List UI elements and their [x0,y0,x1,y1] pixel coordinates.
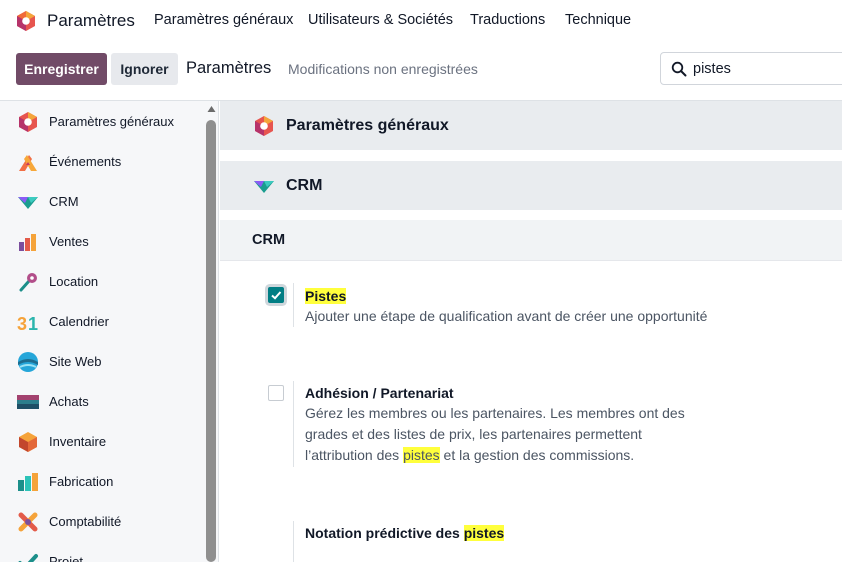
sidebar-item-project[interactable]: Projet [0,541,205,562]
setting-divider [293,381,294,467]
sidebar-item-label: Paramètres généraux [49,114,175,129]
settings-app-icon [19,112,37,132]
settings-content: Paramètres généraux CRM CRM Pistes Ajout… [220,101,842,562]
sidebar-item-label: Inventaire [49,434,107,449]
sidebar-item-label: Événements [49,154,122,169]
sidebar-item-label: Calendrier [49,314,109,329]
sidebar-item-general-settings[interactable]: Paramètres généraux [0,101,205,141]
settings-sidebar: Paramètres généraux Événements CRM Vente… [0,101,219,562]
sidebar-item-calendar[interactable]: 3 1 Calendrier [0,301,205,341]
search-input[interactable] [693,59,842,79]
sidebar-item-crm[interactable]: CRM [0,181,205,221]
sidebar-item-label: Achats [49,394,89,409]
settings-app-icon [255,116,273,136]
crm-section-heading: CRM [220,220,842,261]
crm-app-icon [254,181,274,193]
description-text: et la gestion des commissions. [439,447,635,463]
setting-divider [293,521,294,562]
general-settings-title: Paramètres généraux [286,117,449,134]
setting-description-line-3: l’attribution des pistes et la gestion d… [305,445,634,466]
crm-band-title: CRM [286,177,323,194]
setting-divider [293,283,294,327]
sidebar-item-label: Ventes [49,234,89,249]
menu-general-settings[interactable]: Paramètres généraux [154,12,293,28]
sidebar-item-label: Location [49,274,99,289]
search-highlight: pistes [463,525,505,541]
inventory-app-icon [19,432,37,452]
setting-description-line-1: Gérez les membres ou les partenaires. Le… [305,405,685,421]
menu-technical[interactable]: Technique [565,12,631,28]
app-name[interactable]: Paramètres [47,11,135,31]
crm-app-icon [18,197,38,209]
sales-app-icon [19,234,36,251]
accounting-app-icon [18,512,38,532]
page-title: Paramètres [186,59,272,77]
sidebar-item-rental[interactable]: Location [0,261,205,301]
sidebar-item-label: Comptabilité [49,514,122,529]
crm-section-label: CRM [252,232,286,248]
menu-users-companies[interactable]: Utilisateurs & Sociétés [308,12,453,28]
svg-text:3: 3 [17,314,27,333]
save-button[interactable]: Enregistrer [16,53,107,85]
sidebar-scrollbar-thumb[interactable] [206,120,216,562]
setting-title-text: Notation prédictive des [305,525,464,541]
discard-button[interactable]: Ignorer [111,53,178,85]
setting-description: Ajouter une étape de qualification avant… [305,308,708,324]
svg-text:1: 1 [28,314,38,333]
website-app-icon [18,352,38,372]
sidebar-item-label: Fabrication [49,474,114,489]
rental-app-icon [19,273,37,292]
settings-logo-icon[interactable] [15,10,37,32]
crm-band: CRM [220,161,842,210]
unsaved-changes-status: Modifications non enregistrées [288,61,478,77]
sidebar-item-label: CRM [49,194,79,209]
search-bar[interactable] [660,52,842,85]
setting-title: Pistes [305,288,347,304]
sidebar-item-inventory[interactable]: Inventaire [0,421,205,461]
leads-checkbox[interactable] [268,287,284,303]
membership-checkbox[interactable] [268,385,284,401]
setting-title: Adhésion / Partenariat [305,385,454,401]
top-navbar: Paramètres Paramètres généraux Utilisate… [0,0,842,42]
description-text: l’attribution des [305,447,404,463]
events-app-icon [19,155,37,171]
setting-description-line-2: grades et des listes de prix, les parten… [305,426,642,442]
sidebar-item-purchase[interactable]: Achats [0,381,205,421]
manufacturing-app-icon [18,473,38,491]
setting-title: Notation prédictive des pistes [305,525,505,541]
sidebar-item-label: Projet [49,554,83,562]
search-highlight: pistes [403,447,440,463]
search-highlight: Pistes [305,288,347,304]
menu-translations[interactable]: Traductions [470,12,545,28]
scroll-up-arrow-icon[interactable] [207,105,216,113]
sidebar-item-events[interactable]: Événements [0,141,205,181]
sidebar-item-manufacturing[interactable]: Fabrication [0,461,205,501]
purchase-app-icon [17,395,39,409]
project-app-icon [18,554,38,562]
check-icon [271,291,282,300]
sidebar-item-label: Site Web [49,354,102,369]
calendar-app-icon: 3 1 [17,314,38,333]
sidebar-item-website[interactable]: Site Web [0,341,205,381]
search-icon [671,61,687,77]
general-settings-band: Paramètres généraux [220,101,842,150]
sidebar-item-sales[interactable]: Ventes [0,221,205,261]
sidebar-item-accounting[interactable]: Comptabilité [0,501,205,541]
